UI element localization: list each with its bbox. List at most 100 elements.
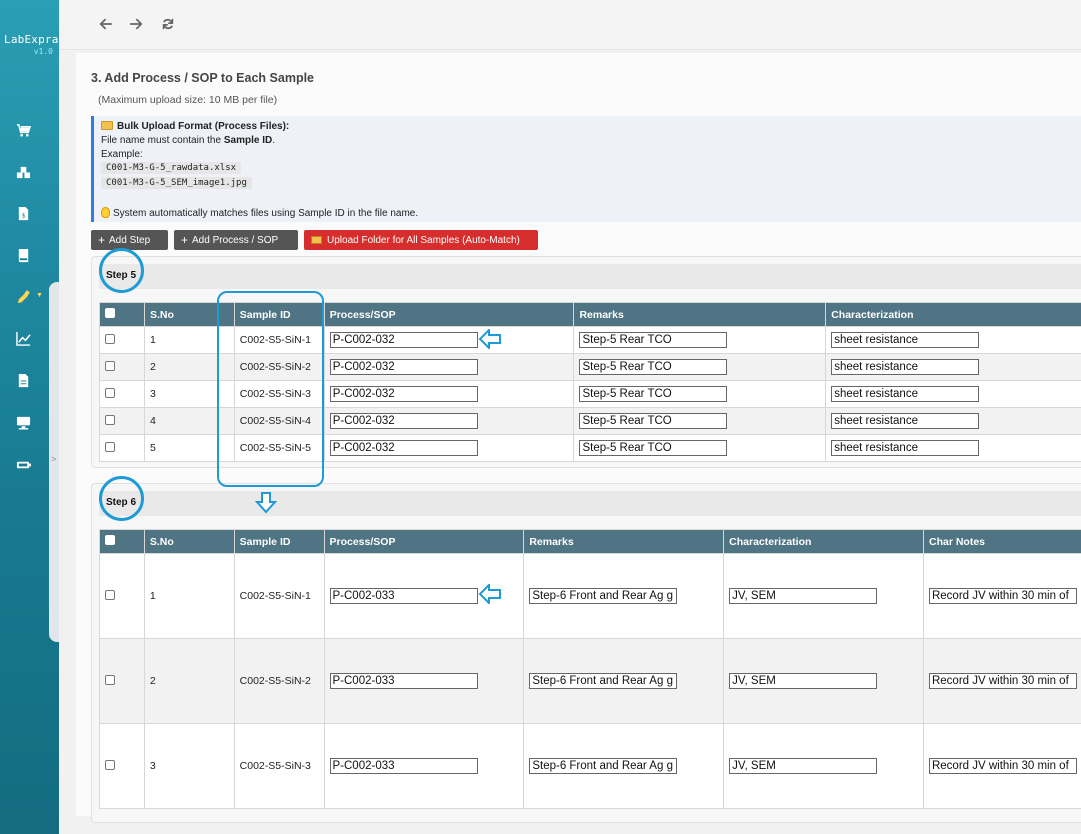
bulk-upload-info: Bulk Upload Format (Process Files): File… [91,116,1081,222]
characterization-input[interactable]: JV, SEM [729,673,878,689]
remarks-input[interactable]: Step-5 Rear TCO [579,413,728,429]
row-checkbox[interactable] [105,387,115,398]
remarks-input[interactable]: Step-5 Rear TCO [579,332,728,348]
remarks-input[interactable]: Step-6 Front and Rear Ag g [529,588,678,604]
characterization-input[interactable]: sheet resistance [831,386,980,402]
section-title: 3. Add Process / SOP to Each Sample [91,71,314,85]
remarks-input[interactable]: Step-6 Front and Rear Ag g [529,758,678,774]
characterization-input[interactable]: sheet resistance [831,332,980,348]
info-line1: File name must contain the Sample ID. [101,135,275,146]
down-arrow-annotation [254,491,278,520]
col-process: Process/SOP [323,302,575,327]
chart-line-icon[interactable] [13,328,33,348]
col-characterization: Characterization [825,302,1081,327]
row-sno: 2 [143,638,235,724]
row-sample-id: C002-S5-SiN-3 [233,723,325,809]
sidebar: LabExpra v1.0 $ ▼ > [0,0,59,834]
col-remarks: Remarks [573,302,827,327]
chevron-down-icon: ▼ [36,292,43,299]
add-process-button[interactable]: + Add Process / SOP [174,230,298,250]
step-6-table: S.No Sample ID Process/SOP Remarks Chara… [99,529,1081,809]
left-arrow-annotation [478,582,502,609]
row-sample-id: C002-S5-SiN-2 [233,638,325,724]
process-input[interactable]: P-C002-032 [329,332,478,348]
chevron-right-icon: > [51,454,57,464]
battery-icon[interactable] [13,454,33,474]
sidebar-collapse-handle[interactable]: > [49,282,59,642]
add-step-button[interactable]: + Add Step [91,230,168,250]
row-checkbox[interactable] [105,759,115,770]
select-all-checkbox[interactable] [105,535,115,545]
row-sno: 1 [143,553,235,639]
left-arrow-annotation [478,327,502,354]
upload-folder-button[interactable]: Upload Folder for All Samples (Auto-Matc… [304,230,538,250]
plus-icon: + [181,233,189,247]
step-6-header: Step 6 [99,491,1081,516]
row-checkbox[interactable] [105,441,115,452]
table-row: 1 C002-S5-SiN-1 P-C002-033 Step-6 Front and… [99,553,1081,639]
upload-size-note: (Maximum upload size: 10 MB per file) [98,94,278,106]
remarks-input[interactable]: Step-6 Front and Rear Ag g [529,673,678,689]
lightbulb-icon [101,207,110,218]
col-process: Process/SOP [323,529,525,554]
refresh-icon[interactable] [158,14,178,34]
table-row: 2 C002-S5-SiN-2 P-C002-033 Step-6 Front and… [99,638,1081,724]
cart-icon[interactable] [13,120,33,140]
document-dollar-icon[interactable]: $ [13,203,33,223]
characterization-input[interactable]: JV, SEM [729,758,878,774]
monitor-icon[interactable] [13,412,33,432]
row-checkbox[interactable] [105,589,115,600]
characterization-input[interactable]: JV, SEM [729,588,878,604]
char-notes-input[interactable]: Record JV within 30 min of [928,673,1077,689]
example-label: Example: [101,149,143,160]
process-input[interactable]: P-C002-032 [329,440,478,456]
characterization-input[interactable]: sheet resistance [831,413,980,429]
remarks-input[interactable]: Step-5 Rear TCO [579,386,728,402]
folder-icon [311,236,322,244]
char-notes-input[interactable]: Record JV within 30 min of [928,758,1077,774]
select-all-checkbox[interactable] [105,308,115,318]
back-arrow-icon[interactable] [96,14,116,34]
example-filename-2: C001-M3-G-5_SEM_image1.jpg [101,177,252,189]
process-input[interactable]: P-C002-033 [329,588,478,604]
col-sample-id: Sample ID [233,529,325,554]
process-input[interactable]: P-C002-032 [329,386,478,402]
row-sample-id: C002-S5-SiN-1 [233,553,325,639]
process-input[interactable]: P-C002-032 [329,359,478,375]
forward-arrow-icon[interactable] [126,14,146,34]
step-5-highlight-circle [99,248,144,293]
col-sno: S.No [143,529,235,554]
remarks-input[interactable]: Step-5 Rear TCO [579,359,728,375]
table-row: 3 C002-S5-SiN-3 P-C002-033 Step-6 Front and… [99,723,1081,809]
book-icon[interactable] [13,245,33,265]
row-checkbox[interactable] [105,414,115,425]
process-input[interactable]: P-C002-032 [329,413,478,429]
row-checkbox[interactable] [105,674,115,685]
process-input[interactable]: P-C002-033 [329,673,478,689]
characterization-input[interactable]: sheet resistance [831,440,980,456]
col-char-notes: Char Notes [922,529,1081,554]
step-6-highlight-circle [99,476,144,521]
app-version: v1.0 [33,47,53,56]
folder-icon [101,121,113,130]
step-5-header: Step 5 [99,264,1081,289]
characterization-input[interactable]: sheet resistance [831,359,980,375]
example-filename-1: C001-M3-G-5_rawdata.xlsx [101,162,242,174]
col-remarks: Remarks [523,529,725,554]
process-input[interactable]: P-C002-033 [329,758,478,774]
main-content: 3. Add Process / SOP to Each Sample (Max… [59,51,1081,834]
pipette-icon[interactable] [13,287,33,307]
svg-text:$: $ [21,211,25,219]
app-name: LabExpra [4,33,59,46]
char-notes-input[interactable]: Record JV within 30 min of [928,588,1077,604]
file-icon[interactable] [13,370,33,390]
top-bar [59,0,1081,50]
boxes-icon[interactable] [13,162,33,182]
row-checkbox[interactable] [105,333,115,344]
remarks-input[interactable]: Step-5 Rear TCO [579,440,728,456]
sample-id-highlight [217,291,324,487]
info-heading: Bulk Upload Format (Process Files): [101,121,289,132]
col-characterization: Characterization [723,529,924,554]
row-checkbox[interactable] [105,360,115,371]
plus-icon: + [98,233,106,247]
